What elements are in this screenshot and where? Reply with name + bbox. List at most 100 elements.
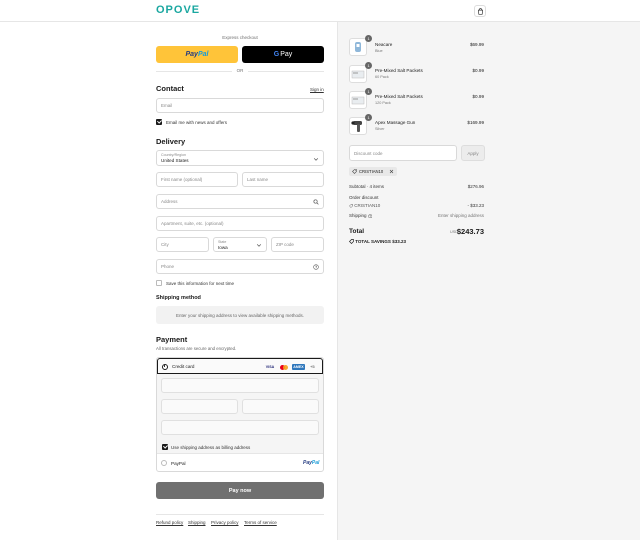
- apply-discount-button[interactable]: Apply: [461, 145, 485, 161]
- product-image: [351, 121, 362, 132]
- address-placeholder: Address: [161, 199, 178, 204]
- product-image: [351, 96, 365, 105]
- payment-subtitle: All transactions are secure and encrypte…: [156, 346, 237, 351]
- delivery-title: Delivery: [156, 137, 186, 146]
- city-placeholder: City: [161, 242, 169, 247]
- item-name: Pre-Mixed Salt Packets: [375, 68, 423, 73]
- product-image: [355, 42, 361, 52]
- news-checkbox[interactable]: [156, 119, 162, 125]
- or-divider: OR: [156, 68, 324, 74]
- address-field[interactable]: Address: [156, 194, 324, 209]
- card-name-field[interactable]: [161, 420, 319, 435]
- item-quantity-badge: 1: [365, 114, 372, 121]
- paypal-logo-pay: Pay: [303, 459, 312, 466]
- paypal-radio[interactable]: [161, 460, 167, 466]
- zip-placeholder: ZIP code: [276, 242, 294, 247]
- store-logo[interactable]: OPOVE: [156, 4, 200, 16]
- apartment-placeholder: Apartment, suite, etc. (optional): [161, 221, 224, 226]
- city-field[interactable]: City: [156, 237, 209, 252]
- shipping-method-note: Enter your shipping address to view avai…: [156, 306, 324, 324]
- phone-field[interactable]: Phone: [156, 259, 324, 274]
- state-select[interactable]: State Iowa: [213, 237, 267, 252]
- more-cards-label: +5: [310, 364, 315, 369]
- sign-in-link[interactable]: Sign in: [310, 87, 324, 92]
- state-label: State: [218, 240, 227, 244]
- credit-card-option[interactable]: Credit card VISA AMEX +5: [157, 358, 323, 374]
- terms-of-service-link[interactable]: Terms of service: [244, 520, 277, 525]
- shipping-summary-label: Shipping: [349, 213, 373, 219]
- item-quantity-badge: 1: [365, 35, 372, 42]
- applied-discount-chip: CRISTIAN10: [349, 167, 397, 176]
- discount-code-row: CRISTIAN10: [349, 203, 380, 208]
- paypal-logo-pal: Pal: [311, 459, 320, 466]
- email-field[interactable]: Email: [156, 98, 324, 113]
- last-name-placeholder: Last name: [247, 177, 269, 182]
- cart-button[interactable]: [474, 5, 486, 17]
- item-name: Pre-Mixed Salt Packets: [375, 94, 423, 99]
- discount-code-field[interactable]: Discount code: [349, 145, 457, 161]
- discount-code-placeholder: Discount code: [354, 150, 383, 156]
- billing-address-checkbox[interactable]: [162, 444, 168, 450]
- contact-title: Contact: [156, 84, 184, 93]
- country-select[interactable]: Country/Region United States: [156, 150, 324, 166]
- payment-options: Credit card VISA AMEX +5 Use shipping ad…: [156, 357, 324, 472]
- savings-value: $33.23: [392, 239, 406, 244]
- paypal-logo: PayPal: [303, 460, 319, 466]
- credit-card-form: Use shipping address as billing address: [157, 374, 323, 454]
- pay-now-button[interactable]: Pay now: [156, 482, 324, 499]
- item-price: $0.99: [472, 94, 485, 99]
- tag-icon: [352, 169, 357, 174]
- state-value: Iowa: [218, 245, 228, 250]
- item-price: $69.99: [469, 42, 484, 47]
- privacy-policy-link[interactable]: Privacy policy: [211, 520, 239, 525]
- mastercard-icon: [279, 364, 289, 370]
- item-variant: 120 Pack: [375, 100, 391, 105]
- savings-label: TOTAL SAVINGS: [355, 239, 391, 244]
- paypal-express-button[interactable]: Pay Pal: [156, 46, 238, 63]
- apartment-field[interactable]: Apartment, suite, etc. (optional): [156, 216, 324, 231]
- footer-divider: [156, 514, 324, 515]
- paypal-text-pal: Pal: [197, 51, 209, 58]
- shopping-bag-icon: [477, 7, 483, 15]
- zip-field[interactable]: ZIP code: [271, 237, 324, 252]
- card-cvv-field[interactable]: [242, 399, 319, 414]
- item-variant: Silver: [375, 126, 385, 131]
- shipping-method-title: Shipping method: [156, 295, 201, 301]
- tag-icon: [349, 239, 354, 245]
- item-quantity-badge: 1: [365, 62, 372, 69]
- card-number-field[interactable]: [161, 378, 319, 393]
- massage-gun-thumb: [349, 117, 367, 135]
- chevron-down-icon: [256, 244, 262, 247]
- gpay-express-button[interactable]: G Pay: [242, 46, 324, 63]
- first-name-field[interactable]: First name (optional): [156, 172, 238, 187]
- paypal-text-pay: Pay: [185, 51, 198, 58]
- paypal-option-label[interactable]: PayPal: [171, 461, 186, 466]
- save-info-checkbox[interactable]: [156, 280, 162, 286]
- billing-address-label: Use shipping address as billing address: [171, 444, 251, 450]
- google-g-icon: G: [273, 51, 280, 58]
- help-icon[interactable]: [313, 264, 319, 270]
- country-value: United States: [161, 158, 189, 163]
- payment-title: Payment: [156, 335, 188, 344]
- last-name-field[interactable]: Last name: [242, 172, 324, 187]
- help-icon[interactable]: [368, 213, 373, 219]
- shipping-policy-link[interactable]: Shipping: [188, 520, 206, 525]
- close-icon[interactable]: [389, 169, 394, 174]
- item-variant: 60 Pack: [375, 74, 389, 79]
- card-expiry-field[interactable]: [161, 399, 238, 414]
- refund-policy-link[interactable]: Refund policy: [156, 520, 183, 525]
- shipping-summary-value: Enter shipping address: [437, 213, 484, 218]
- product-image: [351, 70, 365, 79]
- shipping-label-text: Shipping: [349, 213, 367, 218]
- salt-packets-thumb: [349, 91, 367, 109]
- item-name: Apex Massage Gun: [375, 120, 416, 125]
- email-placeholder: Email: [161, 103, 173, 108]
- applied-code: CRISTIAN10: [359, 169, 384, 174]
- discount-code-name: CRISTIAN10: [354, 203, 381, 208]
- credit-card-radio[interactable]: [162, 363, 168, 370]
- phone-placeholder: Phone: [161, 264, 175, 269]
- order-discount-label: Order discount: [349, 195, 379, 200]
- amex-icon: AMEX: [292, 364, 305, 370]
- search-icon: [313, 199, 319, 205]
- news-checkbox-label: Email me with news and offers: [166, 119, 227, 125]
